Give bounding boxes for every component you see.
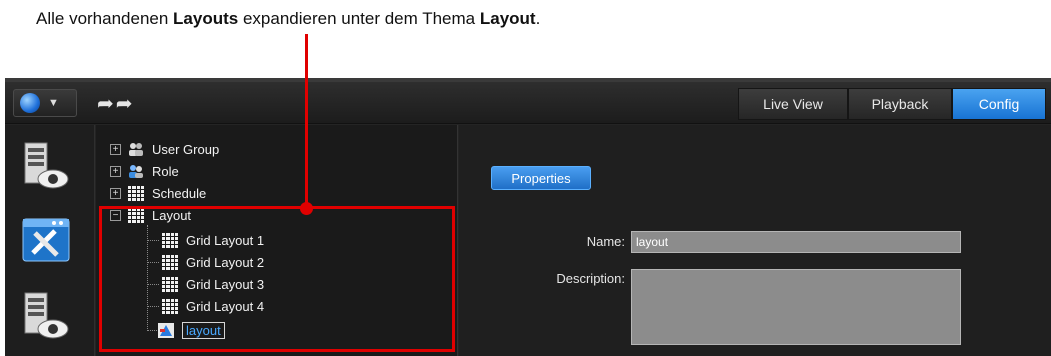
server-eye-icon[interactable] (21, 287, 73, 343)
forward-arrows-icon[interactable]: ➦➦ (97, 91, 135, 116)
chevron-down-icon: ▼ (48, 97, 59, 109)
caption-bold-layout: Layout (479, 9, 536, 28)
tree-node-label: Role (152, 163, 179, 179)
tree-node-role[interactable]: + Role (110, 161, 179, 181)
toolbar: ▼ ➦➦ Live View Playback Config (5, 82, 1051, 124)
globe-menu-button[interactable]: ▼ (13, 89, 77, 117)
tree-node-user-group[interactable]: + User Group (110, 139, 219, 159)
caption-text-2: expandieren unter dem Thema (238, 9, 480, 28)
tree-node-label: Schedule (152, 185, 207, 201)
expand-plus-icon[interactable]: + (110, 187, 121, 199)
description-label: Description: (556, 271, 625, 286)
tab-playback[interactable]: Playback (848, 88, 952, 120)
callout-highlight-box (99, 206, 455, 352)
tab-config[interactable]: Config (952, 88, 1046, 120)
schedule-icon (128, 185, 144, 201)
annotation-caption: Alle vorhandenen Layouts expandieren unt… (36, 9, 540, 29)
left-sidebar (5, 125, 95, 356)
caption-text-1: Alle vorhandenen (36, 9, 174, 28)
callout-line (305, 34, 308, 210)
callout-dot (300, 202, 313, 215)
role-icon (128, 164, 144, 179)
tree-node-schedule[interactable]: + Schedule (110, 183, 206, 203)
mode-tabs: Live View Playback Config (738, 88, 1046, 120)
user-group-icon (128, 142, 144, 157)
tree-node-label: User Group (152, 141, 220, 157)
config-tools-icon[interactable] (21, 213, 73, 269)
tab-live-view[interactable]: Live View (738, 88, 848, 120)
expand-plus-icon[interactable]: + (110, 165, 121, 177)
caption-bold-layouts: Layouts (173, 9, 239, 28)
properties-panel: Properties Name: Description: (459, 125, 1051, 356)
name-field[interactable] (631, 231, 961, 253)
description-field[interactable] (631, 269, 961, 345)
name-label: Name: (586, 234, 625, 249)
globe-icon (20, 93, 40, 113)
caption-text-3: . (535, 9, 541, 28)
properties-button[interactable]: Properties (491, 166, 591, 190)
expand-plus-icon[interactable]: + (110, 143, 121, 155)
server-eye-icon[interactable] (21, 137, 73, 193)
